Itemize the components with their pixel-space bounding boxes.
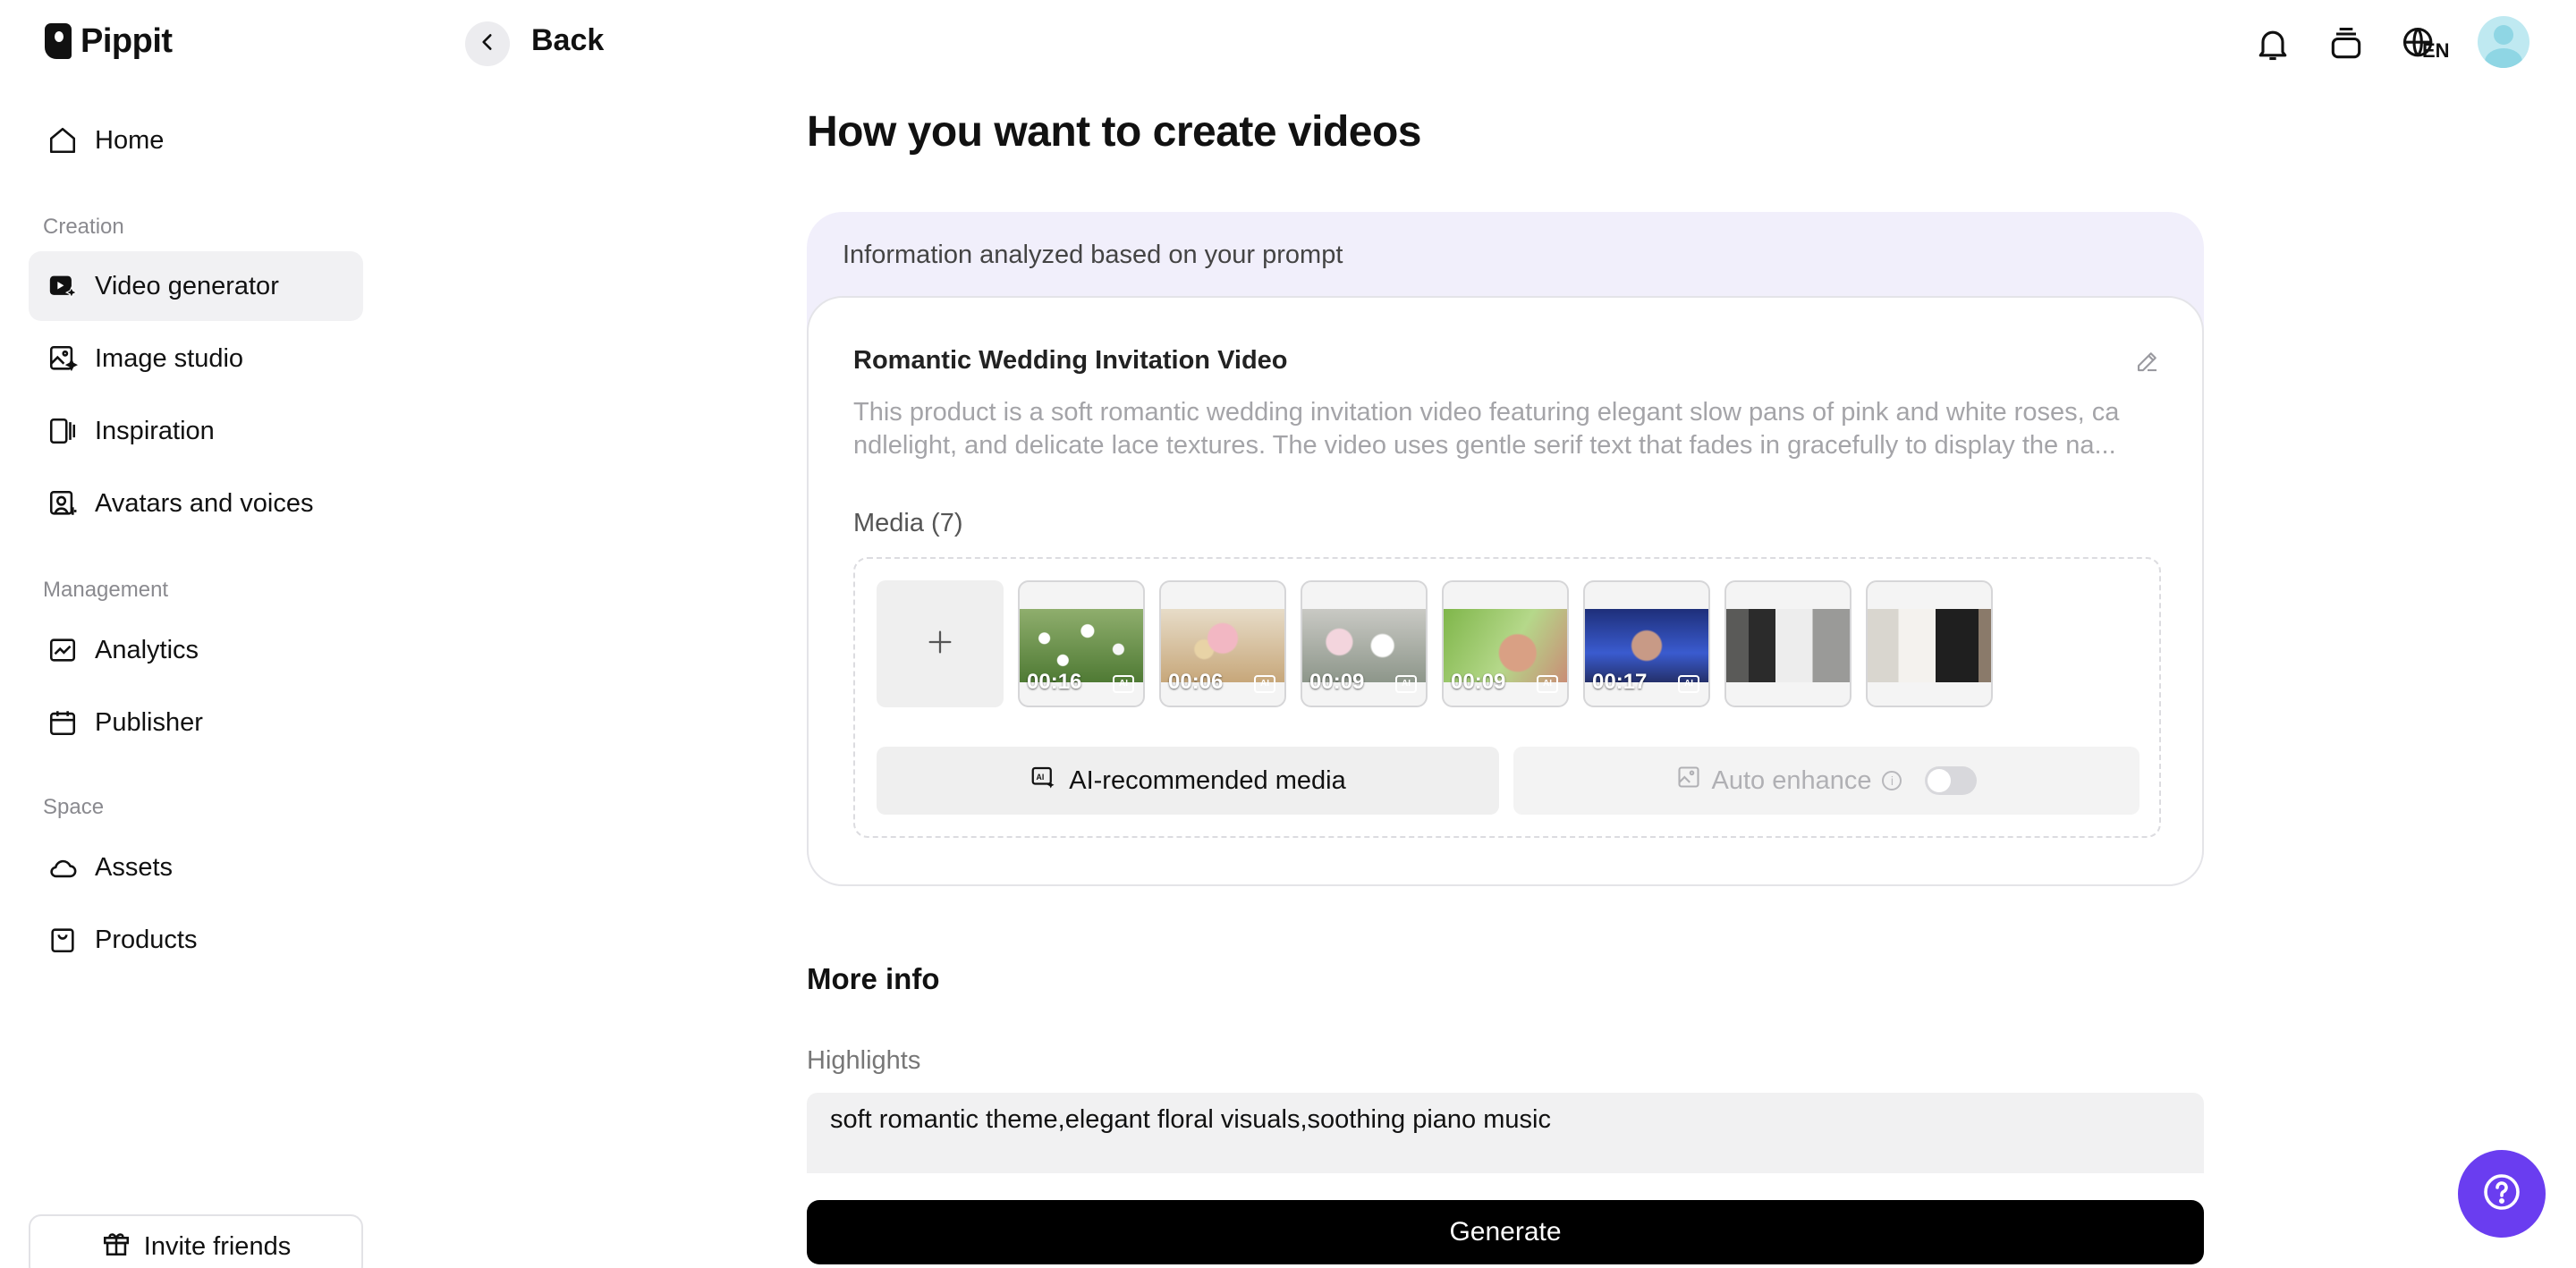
sidebar-item-label: Products [95, 925, 198, 954]
video-generator-icon [47, 270, 79, 302]
section-label-space: Space [43, 795, 105, 819]
sidebar: Pippit Home Creation Video generator Ima… [0, 0, 385, 1268]
video-title: Romantic Wedding Invitation Video [853, 346, 1288, 375]
ai-media-icon: AI [1030, 764, 1056, 798]
sidebar-item-label: Home [95, 125, 165, 155]
sidebar-item-label: Avatars and voices [95, 488, 314, 518]
help-button[interactable] [2458, 1150, 2546, 1238]
media-duration: 00:09 [1309, 670, 1365, 694]
ai-recommended-media-button[interactable]: AI AI-recommended media [877, 747, 1499, 815]
chevron-left-icon [476, 30, 499, 58]
analytics-icon [47, 634, 79, 666]
analysis-card: Romantic Wedding Invitation Video This p… [807, 296, 2204, 886]
sidebar-item-image-studio[interactable]: Image studio [29, 324, 363, 393]
video-description-line-2: ndlelight, and delicate lace textures. T… [853, 431, 2116, 460]
avatar-voice-icon [47, 487, 79, 520]
back-button[interactable] [465, 21, 510, 66]
sidebar-item-avatars-voices[interactable]: Avatars and voices [29, 469, 363, 538]
sidebar-item-label: Publisher [95, 707, 203, 737]
media-thumbnail[interactable] [1866, 580, 1993, 707]
pippit-logo[interactable]: Pippit [45, 21, 173, 61]
ai-media-icon: AI [1537, 675, 1558, 693]
generate-button[interactable]: Generate [807, 1200, 2204, 1264]
section-label-creation: Creation [43, 215, 124, 239]
more-info-heading: More info [807, 962, 940, 995]
inspiration-icon [47, 415, 79, 447]
sidebar-item-analytics[interactable]: Analytics [29, 615, 363, 685]
edit-icon[interactable] [2134, 348, 2161, 375]
notification-bell-icon[interactable] [2250, 21, 2295, 66]
sidebar-item-label: Assets [95, 852, 174, 882]
media-dropzone: 00:16 AI 00:06 AI 00:09 AI 00:09 AI 00:1… [853, 557, 2161, 838]
image-enhance-icon [1676, 765, 1701, 797]
media-image [1868, 609, 1991, 682]
plus-icon [925, 627, 955, 662]
ai-media-icon: AI [1395, 675, 1417, 693]
ai-media-icon: AI [1254, 675, 1275, 693]
layers-icon[interactable] [2324, 21, 2368, 66]
svg-text:AI: AI [1037, 773, 1045, 782]
auto-enhance-control: Auto enhance i [1513, 747, 2140, 815]
help-icon [2480, 1171, 2523, 1218]
bag-icon [47, 924, 79, 956]
media-thumbnail[interactable]: 00:09 AI [1301, 580, 1428, 707]
ai-media-icon: AI [1113, 675, 1134, 693]
home-icon [47, 124, 79, 156]
add-media-button[interactable] [877, 580, 1004, 707]
ai-media-icon: AI [1678, 675, 1699, 693]
info-icon[interactable]: i [1882, 771, 1902, 790]
invite-friends-button[interactable]: Invite friends [29, 1214, 363, 1268]
media-duration: 00:09 [1451, 670, 1506, 694]
sidebar-item-home[interactable]: Home [29, 106, 363, 175]
highlights-input[interactable]: soft romantic theme,elegant floral visua… [807, 1093, 2204, 1173]
sidebar-item-label: Analytics [95, 635, 199, 664]
video-description-line-1: This product is a soft romantic wedding … [853, 398, 2120, 427]
media-thumbnail[interactable]: 00:06 AI [1159, 580, 1286, 707]
media-duration: 00:06 [1168, 670, 1224, 694]
media-duration: 00:17 [1592, 670, 1648, 694]
media-thumbnail[interactable]: 00:16 AI [1018, 580, 1145, 707]
image-studio-icon [47, 342, 79, 375]
sidebar-item-inspiration[interactable]: Inspiration [29, 396, 363, 466]
page-title: How you want to create videos [807, 108, 1421, 156]
sidebar-item-products[interactable]: Products [29, 905, 363, 975]
gift-icon [101, 1228, 131, 1265]
calendar-icon [47, 706, 79, 739]
back-label[interactable]: Back [531, 23, 604, 58]
language-code: EN [2422, 39, 2450, 62]
media-thumbnail[interactable] [1724, 580, 1852, 707]
media-duration: 00:16 [1027, 670, 1082, 694]
media-thumbnail[interactable]: 00:17 AI [1583, 580, 1710, 707]
analysis-panel: Information analyzed based on your promp… [807, 212, 2204, 886]
invite-friends-label: Invite friends [143, 1231, 292, 1261]
sidebar-item-label: Video generator [95, 271, 279, 300]
highlights-label: Highlights [807, 1046, 921, 1075]
sidebar-item-assets[interactable]: Assets [29, 833, 363, 902]
media-image [1726, 609, 1850, 682]
user-avatar[interactable] [2478, 16, 2529, 68]
video-description: This product is a soft romantic wedding … [853, 396, 2161, 462]
media-label: Media (7) [853, 509, 963, 537]
auto-enhance-label: Auto enhance [1711, 765, 1872, 795]
analysis-header: Information analyzed based on your promp… [843, 241, 1343, 269]
pippit-logo-icon [45, 23, 72, 59]
sidebar-item-label: Image studio [95, 343, 244, 373]
section-label-management: Management [43, 578, 169, 602]
media-thumbnail[interactable]: 00:09 AI [1442, 580, 1569, 707]
sidebar-item-video-generator[interactable]: Video generator [29, 251, 363, 321]
sidebar-item-publisher[interactable]: Publisher [29, 688, 363, 757]
sidebar-item-label: Inspiration [95, 416, 215, 445]
app-name: Pippit [80, 21, 173, 60]
ai-recommended-media-label: AI-recommended media [1069, 765, 1346, 795]
cloud-icon [47, 851, 79, 883]
auto-enhance-toggle[interactable] [1925, 766, 1978, 795]
